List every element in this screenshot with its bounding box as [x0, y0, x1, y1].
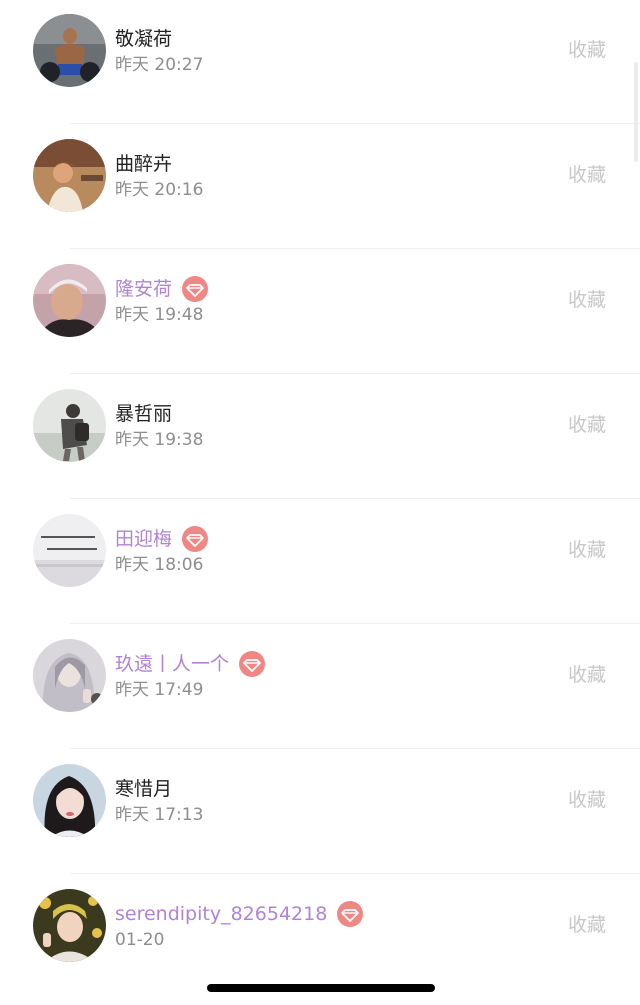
avatar[interactable]: [33, 514, 106, 587]
timestamp: 昨天 18:06: [115, 555, 204, 575]
user-name: 寒惜月: [115, 778, 173, 800]
avatar[interactable]: [33, 889, 106, 962]
list-item[interactable]: 暴哲丽 昨天 19:38 收藏: [0, 375, 640, 499]
favorite-button[interactable]: 收藏: [568, 911, 606, 939]
avatar[interactable]: [33, 139, 106, 212]
divider: [70, 623, 640, 624]
timestamp: 昨天 17:13: [115, 805, 204, 825]
user-name: serendipity_82654218: [115, 903, 328, 925]
diamond-icon: [337, 901, 364, 927]
timestamp: 昨天 20:16: [115, 180, 204, 200]
name-line: 田迎梅: [115, 525, 209, 553]
favorite-button[interactable]: 收藏: [568, 161, 606, 189]
list-item[interactable]: 田迎梅 昨天 18:06 收藏: [0, 500, 640, 624]
user-name: 隆安荷: [115, 278, 173, 300]
favorite-button[interactable]: 收藏: [568, 661, 606, 689]
avatar[interactable]: [33, 264, 106, 337]
user-name: 曲醉卉: [115, 153, 173, 175]
divider: [70, 373, 640, 374]
divider: [70, 873, 640, 874]
favorite-button[interactable]: 收藏: [568, 36, 606, 64]
list-item[interactable]: serendipity_82654218 01-20 收藏: [0, 875, 640, 999]
user-name: 玖遠丨人一个: [115, 653, 230, 675]
avatar[interactable]: [33, 639, 106, 712]
divider: [70, 123, 640, 124]
list-item[interactable]: 曲醉卉 昨天 20:16 收藏: [0, 125, 640, 249]
timestamp: 昨天 19:38: [115, 430, 204, 450]
name-line: 敬凝荷: [115, 25, 172, 53]
user-name: 敬凝荷: [115, 28, 173, 50]
list-item[interactable]: 寒惜月 昨天 17:13 收藏: [0, 750, 640, 874]
timestamp: 昨天 19:48: [115, 305, 204, 325]
diamond-icon: [239, 651, 266, 677]
home-indicator[interactable]: [207, 984, 435, 992]
name-line: 玖遠丨人一个: [115, 650, 266, 678]
list-item[interactable]: 隆安荷 昨天 19:48 收藏: [0, 250, 640, 374]
divider: [70, 248, 640, 249]
diamond-icon: [182, 526, 209, 552]
favorite-button[interactable]: 收藏: [568, 411, 606, 439]
name-line: 寒惜月: [115, 775, 172, 803]
scrollbar[interactable]: [634, 62, 638, 162]
divider: [70, 498, 640, 499]
favorite-button[interactable]: 收藏: [568, 786, 606, 814]
favorite-button[interactable]: 收藏: [568, 536, 606, 564]
name-line: 暴哲丽: [115, 400, 172, 428]
avatar[interactable]: [33, 389, 106, 462]
user-name: 田迎梅: [115, 528, 173, 550]
list-item[interactable]: 玖遠丨人一个 昨天 17:49 收藏: [0, 625, 640, 749]
diamond-icon: [182, 276, 209, 302]
name-line: 隆安荷: [115, 275, 209, 303]
timestamp: 昨天 20:27: [115, 55, 204, 75]
user-name: 暴哲丽: [115, 403, 173, 425]
name-line: 曲醉卉: [115, 150, 172, 178]
list-item[interactable]: 敬凝荷 昨天 20:27 收藏: [0, 0, 640, 124]
divider: [70, 748, 640, 749]
name-line: serendipity_82654218: [115, 900, 364, 928]
timestamp: 昨天 17:49: [115, 680, 204, 700]
timestamp: 01-20: [115, 930, 165, 950]
avatar[interactable]: [33, 764, 106, 837]
favorite-button[interactable]: 收藏: [568, 286, 606, 314]
avatar[interactable]: [33, 14, 106, 87]
